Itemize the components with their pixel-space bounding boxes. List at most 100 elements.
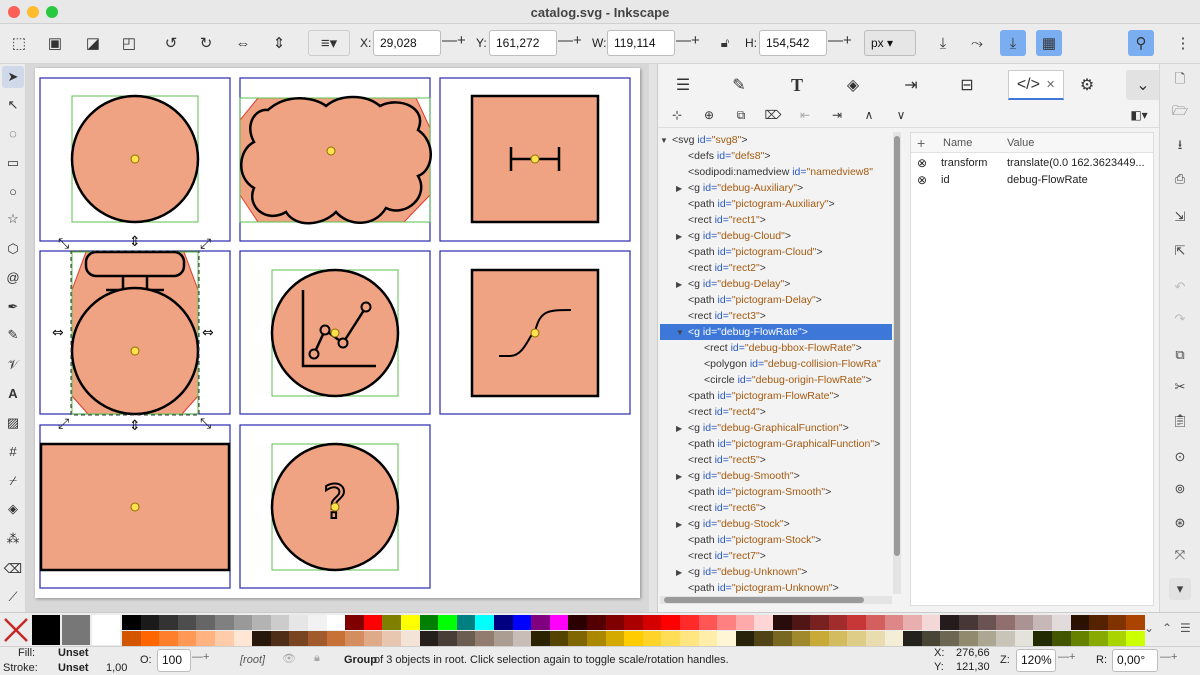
color-swatch[interactable] bbox=[140, 615, 160, 630]
xml-node-row[interactable]: <path id="pictogram-Stock"> bbox=[660, 532, 892, 548]
expanded-arrow-icon[interactable]: ▼ bbox=[676, 325, 688, 340]
color-swatch[interactable] bbox=[494, 631, 513, 646]
color-swatch[interactable] bbox=[401, 631, 420, 646]
snap-toggle-icon[interactable]: ⚲ bbox=[1128, 30, 1154, 56]
collapsed-arrow-icon[interactable]: ▶ bbox=[676, 229, 688, 244]
xml-node-row[interactable]: ▶ <g id="debug-Delay"> bbox=[660, 276, 892, 292]
xml-node-row[interactable]: ▶ <g id="debug-Smooth"> bbox=[660, 468, 892, 484]
color-swatch[interactable] bbox=[140, 631, 160, 646]
zoom-page-icon[interactable]: ⊛ bbox=[1169, 512, 1191, 534]
color-swatch[interactable] bbox=[735, 615, 755, 630]
color-swatch[interactable] bbox=[680, 615, 699, 630]
xml-node-row[interactable]: <polygon id="debug-collision-FlowRa" bbox=[660, 356, 892, 372]
color-swatch[interactable] bbox=[456, 615, 476, 630]
collapsed-arrow-icon[interactable]: ▶ bbox=[676, 421, 688, 436]
symbols-tab-icon[interactable]: ◈ bbox=[836, 70, 870, 100]
collapsed-arrow-icon[interactable]: ▶ bbox=[676, 277, 688, 292]
export-icon[interactable]: ⇱ bbox=[1169, 240, 1191, 262]
color-swatch[interactable] bbox=[289, 631, 309, 646]
color-swatch[interactable] bbox=[903, 631, 923, 646]
color-swatch[interactable] bbox=[642, 615, 662, 630]
color-swatch[interactable] bbox=[996, 631, 1016, 646]
redo-icon[interactable]: ↷ bbox=[1169, 308, 1191, 330]
color-swatch[interactable] bbox=[1070, 615, 1090, 630]
attribute-row[interactable]: ⊗ transform translate(0.0 162.3623449... bbox=[911, 155, 1153, 172]
move-gradients-icon[interactable]: ⤓ bbox=[1000, 30, 1026, 56]
xml-node-row[interactable]: ▶ <g id="debug-Auxiliary"> bbox=[660, 180, 892, 196]
color-swatch[interactable] bbox=[233, 631, 253, 646]
pictogram-unknown[interactable]: ? bbox=[270, 442, 400, 572]
color-swatch[interactable] bbox=[1052, 631, 1071, 646]
palette-menu-icon[interactable]: ☰ bbox=[1180, 621, 1191, 635]
color-swatch[interactable] bbox=[308, 631, 327, 646]
export-tab-icon[interactable]: ⇥ bbox=[894, 70, 928, 100]
xml-editor-tab[interactable]: </> ✕ bbox=[1008, 70, 1064, 100]
color-swatch[interactable] bbox=[661, 615, 681, 630]
fill-stroke-tab-icon[interactable]: ✎ bbox=[722, 70, 756, 100]
h-input[interactable]: 154,542 bbox=[759, 30, 827, 56]
xml-node-row[interactable]: <path id="pictogram-Auxiliary"> bbox=[660, 196, 892, 212]
collapsed-arrow-icon[interactable]: ▶ bbox=[676, 565, 688, 580]
attribute-value[interactable]: translate(0.0 162.3623449... bbox=[1007, 157, 1151, 169]
color-swatch[interactable] bbox=[308, 615, 327, 630]
opacity-stepper[interactable]: —+ bbox=[192, 651, 209, 663]
xml-node-row[interactable]: <circle id="debug-origin-FlowRate"> bbox=[660, 372, 892, 388]
lower-node-icon[interactable]: ∨ bbox=[890, 104, 912, 126]
xml-node-row[interactable]: ▶ <g id="debug-Unknown"> bbox=[660, 564, 892, 580]
open-document-icon[interactable]: 🗁 bbox=[1169, 102, 1191, 124]
color-swatch[interactable] bbox=[270, 631, 290, 646]
xml-tree-vscroll[interactable] bbox=[893, 132, 901, 594]
xml-node-tree[interactable]: ▼ <svg id="svg8"> <defs id="defs8"> <sodipo… bbox=[660, 132, 892, 594]
w-stepper[interactable]: —+ bbox=[676, 32, 700, 49]
collapsed-arrow-icon[interactable]: ▶ bbox=[676, 181, 688, 196]
color-swatch[interactable] bbox=[270, 615, 290, 630]
collapsed-arrow-icon[interactable]: ▶ bbox=[676, 517, 688, 532]
color-swatch[interactable] bbox=[159, 631, 179, 646]
xml-node-row[interactable]: <rect id="debug-bbox-FlowRate"> bbox=[660, 340, 892, 356]
color-swatch[interactable] bbox=[345, 615, 365, 630]
fill-value[interactable]: Unset bbox=[58, 647, 89, 659]
color-swatch[interactable] bbox=[977, 615, 997, 630]
pictogram-delay[interactable] bbox=[470, 94, 600, 224]
color-swatch[interactable] bbox=[475, 615, 495, 630]
opacity-input[interactable]: 100 bbox=[157, 649, 191, 672]
color-swatch[interactable] bbox=[531, 615, 551, 630]
xml-node-row[interactable]: ▶ <g id="debug-GraphicalFunction"> bbox=[660, 420, 892, 436]
color-swatch[interactable] bbox=[233, 615, 253, 630]
color-swatch[interactable] bbox=[196, 615, 216, 630]
color-swatch[interactable] bbox=[1089, 631, 1109, 646]
color-swatch[interactable] bbox=[717, 615, 737, 630]
new-element-icon[interactable]: ⊹ bbox=[666, 104, 688, 126]
color-swatch[interactable] bbox=[438, 615, 458, 630]
color-swatch[interactable] bbox=[1126, 631, 1146, 646]
color-swatch[interactable] bbox=[754, 631, 774, 646]
color-swatch[interactable] bbox=[624, 631, 644, 646]
color-swatch[interactable] bbox=[828, 631, 848, 646]
color-swatch[interactable] bbox=[363, 631, 383, 646]
color-swatch[interactable] bbox=[866, 631, 885, 646]
xml-node-row[interactable]: ▶ <g id="debug-Cloud"> bbox=[660, 228, 892, 244]
color-swatch[interactable] bbox=[754, 615, 774, 630]
color-swatch[interactable] bbox=[698, 631, 718, 646]
color-swatch[interactable] bbox=[512, 615, 532, 630]
pictogram-auxiliary[interactable] bbox=[70, 94, 200, 224]
attribute-value[interactable]: debug-FlowRate bbox=[1007, 174, 1151, 186]
new-document-icon[interactable]: 🗋 bbox=[1169, 70, 1191, 92]
color-swatch[interactable] bbox=[866, 615, 885, 630]
color-swatch[interactable] bbox=[512, 631, 532, 646]
color-swatch[interactable] bbox=[921, 615, 941, 630]
color-swatch[interactable] bbox=[1107, 631, 1127, 646]
layout-menu-icon[interactable]: ◧▾ bbox=[1124, 104, 1154, 126]
xml-node-row[interactable]: <path id="pictogram-Smooth"> bbox=[660, 484, 892, 500]
color-swatch[interactable] bbox=[549, 615, 569, 630]
color-swatch[interactable] bbox=[587, 631, 606, 646]
drawing[interactable]: ⤡ ⇕ ⤢ ⇔ ⇔ ⤢ ⇕ ⤡ ? bbox=[0, 0, 660, 612]
zoom-stepper[interactable]: —+ bbox=[1058, 651, 1075, 663]
unit-select[interactable]: px ▾ bbox=[864, 30, 916, 56]
duplicate-node-icon[interactable]: ⧉ bbox=[730, 104, 752, 126]
no-paint-icon[interactable] bbox=[2, 616, 30, 644]
color-swatch[interactable] bbox=[345, 631, 365, 646]
color-swatch[interactable] bbox=[531, 631, 551, 646]
color-swatch[interactable] bbox=[921, 631, 941, 646]
xml-node-row[interactable]: ▼ <svg id="svg8"> bbox=[660, 132, 892, 148]
